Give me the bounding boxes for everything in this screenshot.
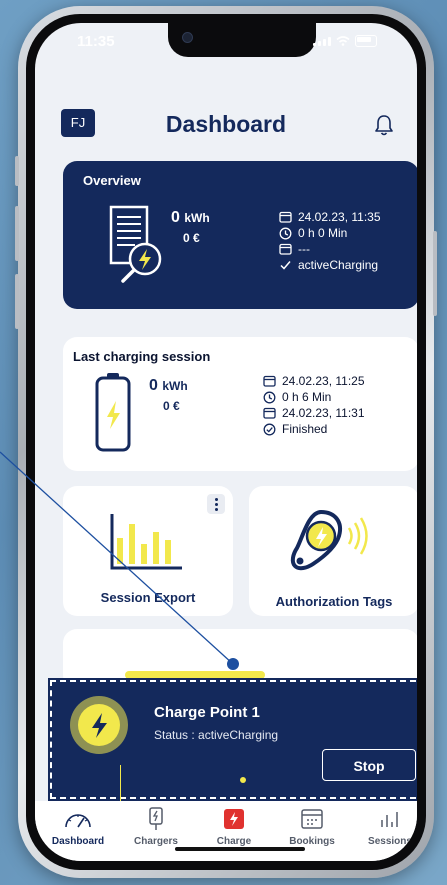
annotation-pointer [0, 451, 239, 670]
